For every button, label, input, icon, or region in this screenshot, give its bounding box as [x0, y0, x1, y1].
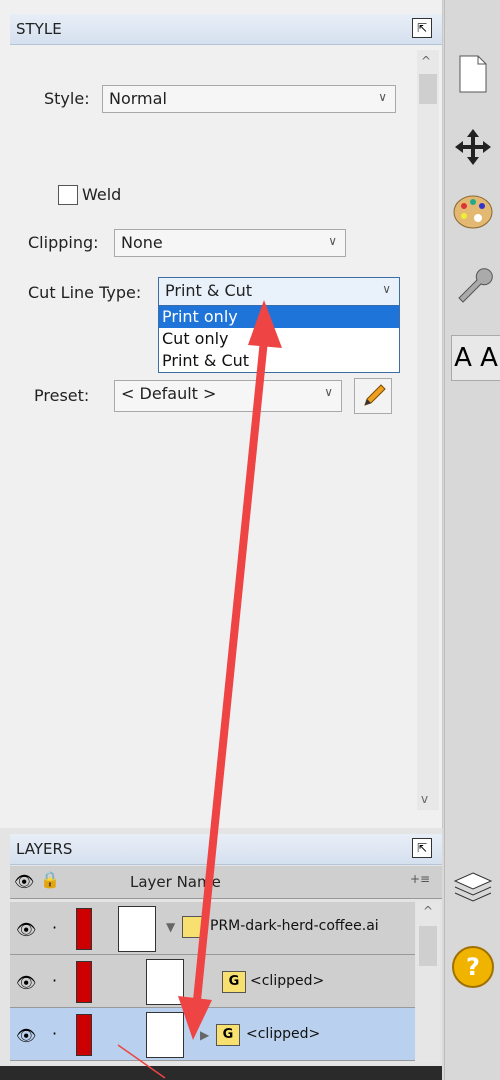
preset-select-value: < Default > — [121, 384, 217, 403]
layers-bottom-bar — [0, 1066, 442, 1080]
layers-scrollbar[interactable]: ^ — [416, 902, 440, 1062]
chevron-down-icon: ∨ — [378, 90, 387, 104]
style-scrollbar[interactable]: ^ v — [417, 50, 439, 810]
weld-label: Weld — [82, 185, 122, 204]
layer-name-column[interactable]: Layer Name — [130, 873, 221, 891]
layer-color-swatch — [76, 961, 92, 1003]
layer-name: <clipped> — [250, 973, 325, 989]
scroll-up-icon[interactable]: ^ — [423, 904, 433, 918]
move-icon[interactable] — [451, 125, 495, 169]
layers-icon[interactable] — [451, 865, 495, 909]
style-panel: STYLE ⇱ Style: Normal ∨ Weld Clipping: N… — [0, 0, 443, 828]
layer-color-swatch — [76, 1014, 92, 1056]
right-toolbar: A A ? — [444, 0, 500, 1080]
option-print-and-cut[interactable]: Print & Cut — [159, 350, 399, 372]
layer-row[interactable]: 👁 · G <clipped> — [10, 955, 415, 1008]
layer-thumbnail — [146, 1012, 184, 1058]
lock-column-icon: 🔒 — [40, 870, 60, 889]
lock-dot[interactable]: · — [52, 918, 57, 937]
option-cut-only[interactable]: Cut only — [159, 328, 399, 350]
layer-thumbnail — [146, 959, 184, 1005]
chevron-down-icon: ∨ — [328, 234, 337, 248]
cut-line-type-value: Print & Cut — [165, 281, 253, 300]
help-icon[interactable]: ? — [451, 945, 495, 989]
chevron-down-icon: ∨ — [382, 282, 391, 296]
layers-column-header: 👁 🔒 Layer Name +≡ — [10, 866, 442, 899]
style-panel-header: STYLE ⇱ — [10, 14, 442, 45]
option-print-only[interactable]: Print only — [159, 306, 399, 328]
pencil-icon — [364, 384, 386, 406]
scroll-thumb[interactable] — [419, 74, 437, 104]
expand-triangle-icon[interactable]: ▼ — [166, 920, 175, 934]
style-select-value: Normal — [109, 89, 167, 108]
layer-name: PRM-dark-herd-coffee.ai — [210, 918, 379, 934]
style-panel-title: STYLE — [16, 20, 62, 38]
weld-checkbox[interactable] — [58, 185, 78, 205]
scroll-up-icon[interactable]: ^ — [421, 54, 431, 68]
layers-panel-title: LAYERS — [16, 840, 73, 858]
cut-line-type-dropdown: Print only Cut only Print & Cut — [158, 305, 400, 373]
layer-color-swatch — [76, 908, 92, 950]
maximize-icon[interactable]: ⇱ — [412, 838, 432, 858]
layer-row[interactable]: 👁 · ▼ PRM-dark-herd-coffee.ai — [10, 902, 415, 955]
edit-preset-button[interactable] — [354, 378, 392, 414]
style-select[interactable]: Normal ∨ — [102, 85, 396, 113]
layers-panel: LAYERS ⇱ 👁 🔒 Layer Name +≡ 👁 · ▼ PRM-dar… — [0, 828, 442, 1080]
cut-line-type-select[interactable]: Print & Cut ∨ — [158, 277, 400, 307]
palette-icon[interactable] — [451, 190, 495, 234]
group-folder-icon: G — [216, 1024, 240, 1046]
layer-thumbnail — [118, 906, 156, 952]
text-size-icon[interactable]: A A — [451, 335, 500, 381]
wrench-icon[interactable] — [451, 262, 495, 306]
clipping-select-value: None — [121, 233, 163, 252]
text-size-glyph: A A — [454, 343, 498, 373]
folder-icon — [182, 916, 206, 938]
visibility-column-icon: 👁 — [14, 872, 35, 891]
maximize-icon[interactable]: ⇱ — [412, 18, 432, 38]
scroll-thumb[interactable] — [419, 926, 437, 966]
eye-icon[interactable]: 👁 — [16, 920, 36, 939]
preset-label: Preset: — [34, 386, 90, 405]
document-icon[interactable] — [451, 52, 495, 96]
clipping-select[interactable]: None ∨ — [114, 229, 346, 257]
eye-icon[interactable]: 👁 — [16, 1026, 36, 1045]
expand-triangle-icon[interactable]: ▶ — [200, 1028, 209, 1042]
layers-panel-header: LAYERS ⇱ — [10, 834, 442, 865]
help-glyph: ? — [452, 946, 494, 988]
chevron-down-icon: ∨ — [324, 385, 333, 399]
layer-name: <clipped> — [246, 1026, 321, 1042]
lock-dot[interactable]: · — [52, 1024, 57, 1043]
cut-line-type-label: Cut Line Type: — [28, 283, 142, 302]
lock-dot[interactable]: · — [52, 971, 57, 990]
clipping-label: Clipping: — [28, 233, 99, 252]
panel-menu-icon[interactable]: +≡ — [410, 872, 430, 886]
preset-select[interactable]: < Default > ∨ — [114, 380, 342, 412]
layer-row-selected[interactable]: 👁 · ▶ G <clipped> — [10, 1008, 415, 1061]
eye-icon[interactable]: 👁 — [16, 973, 36, 992]
group-folder-icon: G — [222, 971, 246, 993]
scroll-down-icon[interactable]: v — [421, 792, 428, 806]
style-label: Style: — [44, 89, 90, 108]
